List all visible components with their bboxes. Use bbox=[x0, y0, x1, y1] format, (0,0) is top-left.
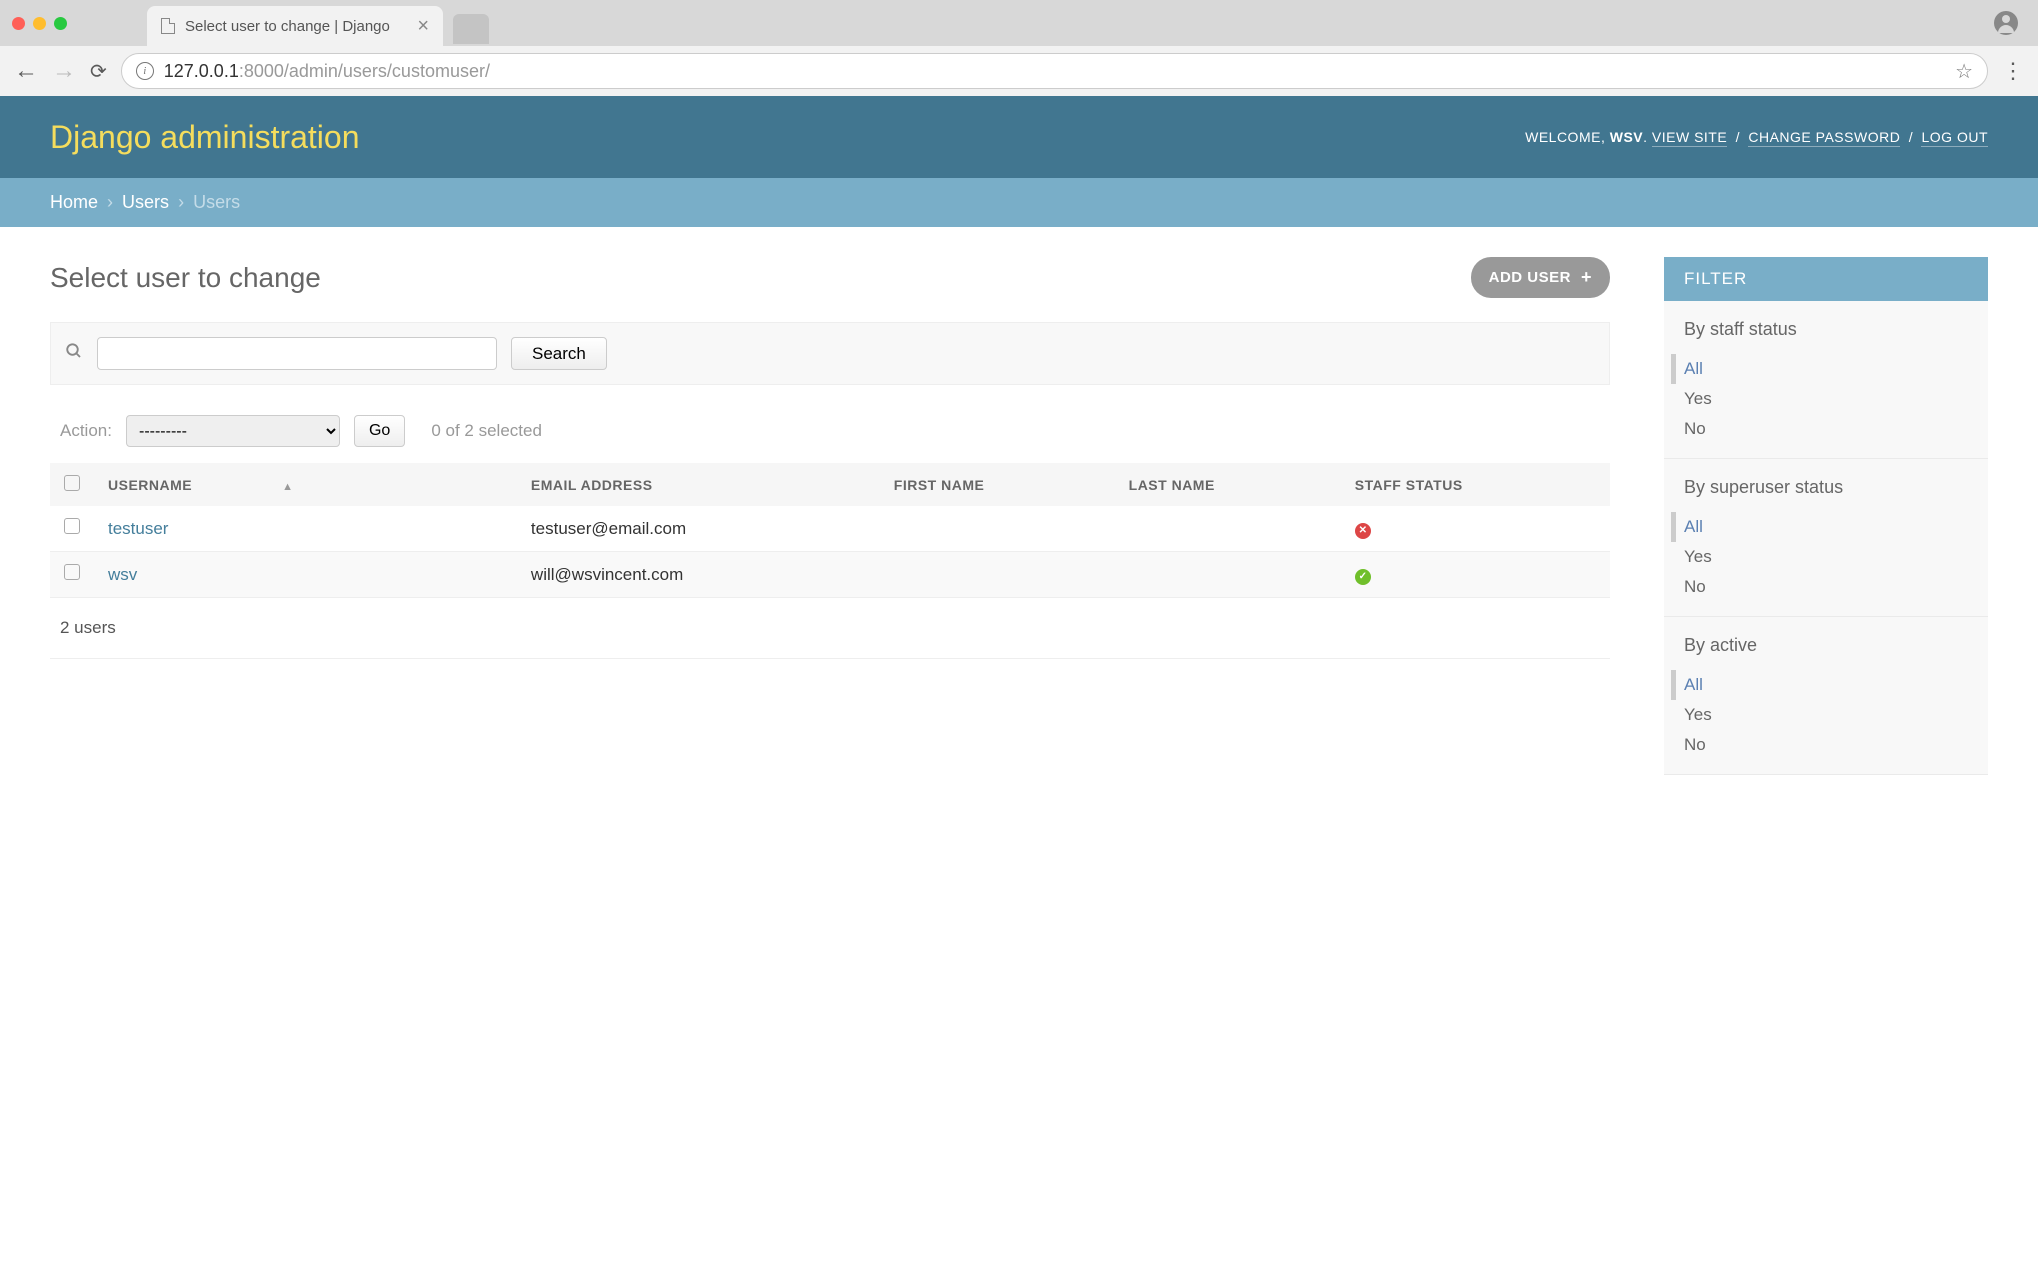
close-window-icon[interactable] bbox=[12, 17, 25, 30]
welcome-text: WELCOME, bbox=[1525, 129, 1610, 145]
site-title: Django administration bbox=[50, 119, 360, 156]
row-checkbox[interactable] bbox=[64, 564, 80, 580]
filter-option[interactable]: No bbox=[1684, 730, 1968, 760]
search-icon bbox=[65, 342, 83, 365]
action-label: Action: bbox=[60, 421, 112, 441]
tab-title: Select user to change | Django bbox=[185, 18, 390, 35]
filter-option[interactable]: No bbox=[1684, 572, 1968, 602]
filter-option[interactable]: All bbox=[1671, 354, 1968, 384]
filter-group-title: By staff status bbox=[1684, 319, 1968, 340]
filter-group: By superuser status AllYesNo bbox=[1664, 459, 1988, 617]
breadcrumb-current: Users bbox=[193, 192, 240, 212]
username-link[interactable]: wsv bbox=[108, 565, 137, 584]
last-name-cell bbox=[1115, 552, 1341, 598]
new-tab-button[interactable] bbox=[453, 14, 489, 44]
info-icon[interactable]: i bbox=[136, 62, 154, 80]
page-title: Select user to change bbox=[50, 262, 321, 294]
results-table: USERNAME▲ EMAIL ADDRESS FIRST NAME LAST … bbox=[50, 463, 1610, 598]
window-controls bbox=[12, 17, 67, 30]
col-staff-status[interactable]: STAFF STATUS bbox=[1341, 463, 1610, 506]
first-name-cell bbox=[880, 506, 1115, 552]
browser-menu-icon[interactable]: ⋮ bbox=[2002, 58, 2024, 84]
forward-button[interactable]: → bbox=[52, 57, 76, 85]
filter-option[interactable]: No bbox=[1684, 414, 1968, 444]
breadcrumb: Home › Users › Users bbox=[0, 178, 2038, 227]
bookmark-icon[interactable]: ☆ bbox=[1955, 59, 1973, 84]
username-link[interactable]: testuser bbox=[108, 519, 168, 538]
search-button[interactable]: Search bbox=[511, 337, 607, 370]
search-bar: Search bbox=[50, 322, 1610, 385]
add-user-button[interactable]: ADD USER + bbox=[1471, 257, 1610, 298]
selection-count: 0 of 2 selected bbox=[431, 421, 542, 441]
minimize-window-icon[interactable] bbox=[33, 17, 46, 30]
first-name-cell bbox=[880, 552, 1115, 598]
browser-tab-active[interactable]: Select user to change | Django × bbox=[147, 6, 443, 46]
yes-icon: ✓ bbox=[1355, 569, 1371, 585]
url-text: 127.0.0.1:8000/admin/users/customuser/ bbox=[164, 61, 490, 82]
browser-chrome: Select user to change | Django × ← → ⟳ i… bbox=[0, 0, 2038, 96]
result-summary: 2 users bbox=[50, 598, 1610, 659]
current-user: WSV bbox=[1610, 129, 1643, 145]
plus-icon: + bbox=[1581, 267, 1592, 288]
filter-option[interactable]: Yes bbox=[1684, 542, 1968, 572]
table-row: wsv will@wsvincent.com ✓ bbox=[50, 552, 1610, 598]
staff-cell: ✕ bbox=[1341, 506, 1610, 552]
filter-group: By staff status AllYesNo bbox=[1664, 301, 1988, 459]
page-icon bbox=[161, 18, 175, 34]
sort-asc-icon: ▲ bbox=[282, 481, 293, 493]
col-username[interactable]: USERNAME▲ bbox=[94, 463, 517, 506]
close-tab-icon[interactable]: × bbox=[417, 15, 429, 38]
user-tools: WELCOME, WSV. VIEW SITE / CHANGE PASSWOR… bbox=[1525, 129, 1988, 145]
filter-option[interactable]: All bbox=[1671, 670, 1968, 700]
filter-group-title: By superuser status bbox=[1684, 477, 1968, 498]
col-first-name[interactable]: FIRST NAME bbox=[880, 463, 1115, 506]
filter-option[interactable]: Yes bbox=[1684, 384, 1968, 414]
filter-group: By active AllYesNo bbox=[1664, 617, 1988, 775]
last-name-cell bbox=[1115, 506, 1341, 552]
profile-icon[interactable] bbox=[1994, 11, 2018, 35]
col-email[interactable]: EMAIL ADDRESS bbox=[517, 463, 880, 506]
change-password-link[interactable]: CHANGE PASSWORD bbox=[1748, 129, 1900, 147]
staff-cell: ✓ bbox=[1341, 552, 1610, 598]
add-user-label: ADD USER bbox=[1489, 269, 1571, 286]
table-row: testuser testuser@email.com ✕ bbox=[50, 506, 1610, 552]
reload-button[interactable]: ⟳ bbox=[90, 59, 107, 84]
go-button[interactable]: Go bbox=[354, 415, 405, 447]
maximize-window-icon[interactable] bbox=[54, 17, 67, 30]
view-site-link[interactable]: VIEW SITE bbox=[1652, 129, 1727, 147]
filter-sidebar: FILTER By staff statusAllYesNoBy superus… bbox=[1664, 257, 1988, 775]
back-button[interactable]: ← bbox=[14, 57, 38, 85]
filter-option[interactable]: Yes bbox=[1684, 700, 1968, 730]
filter-header: FILTER bbox=[1664, 257, 1988, 301]
filter-group-title: By active bbox=[1684, 635, 1968, 656]
breadcrumb-home[interactable]: Home bbox=[50, 192, 98, 212]
address-bar[interactable]: i 127.0.0.1:8000/admin/users/customuser/… bbox=[121, 53, 1988, 89]
col-last-name[interactable]: LAST NAME bbox=[1115, 463, 1341, 506]
breadcrumb-app[interactable]: Users bbox=[122, 192, 169, 212]
row-checkbox[interactable] bbox=[64, 518, 80, 534]
email-cell: testuser@email.com bbox=[517, 506, 880, 552]
admin-header: Django administration WELCOME, WSV. VIEW… bbox=[0, 96, 2038, 178]
action-select[interactable]: --------- bbox=[126, 415, 340, 447]
logout-link[interactable]: LOG OUT bbox=[1921, 129, 1988, 147]
select-all-checkbox[interactable] bbox=[64, 475, 80, 491]
actions-row: Action: --------- Go 0 of 2 selected bbox=[50, 415, 1610, 447]
search-input[interactable] bbox=[97, 337, 497, 370]
no-icon: ✕ bbox=[1355, 523, 1371, 539]
filter-option[interactable]: All bbox=[1671, 512, 1968, 542]
email-cell: will@wsvincent.com bbox=[517, 552, 880, 598]
